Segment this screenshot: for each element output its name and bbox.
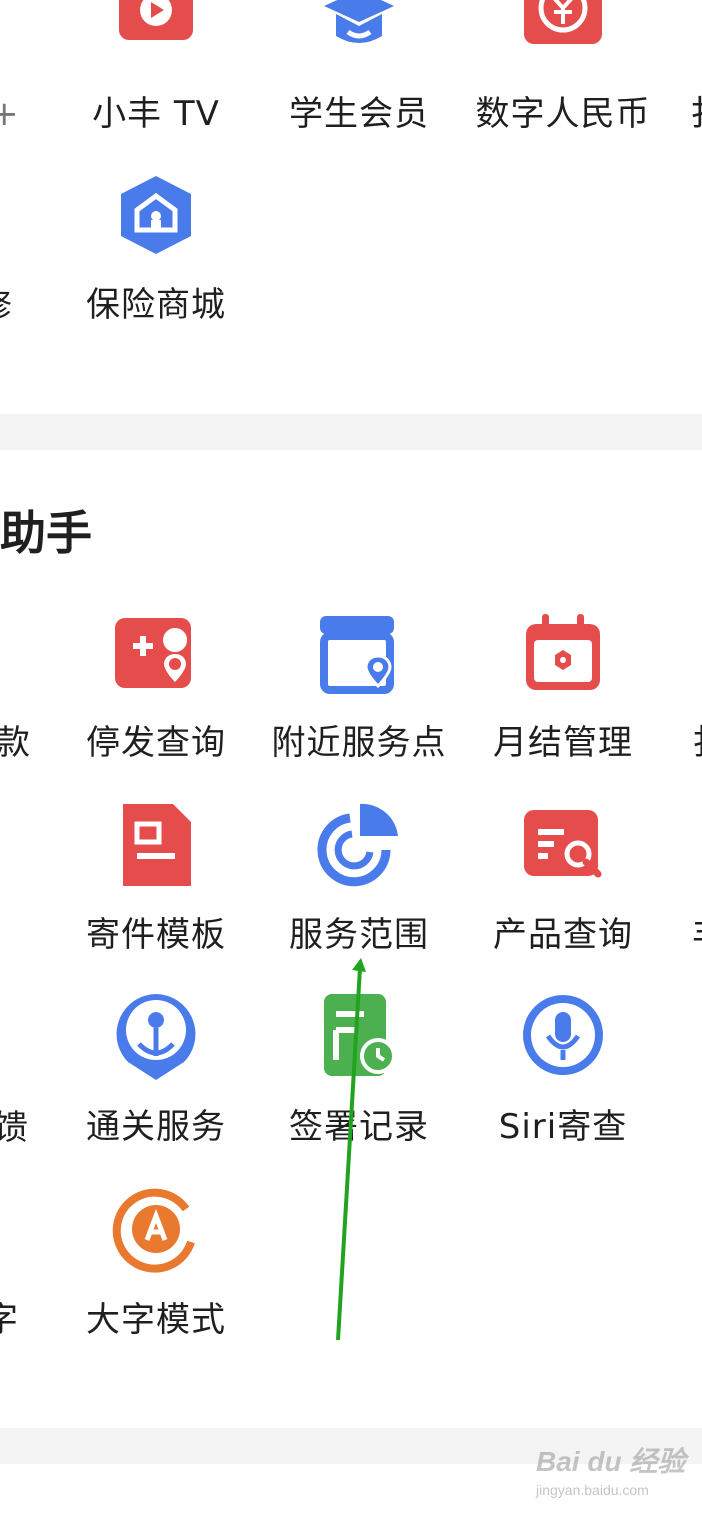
tile-label: 签署记录 xyxy=(289,1107,429,1147)
store-location-icon xyxy=(320,616,394,694)
tile-nearby-service[interactable]: 附近服务点 xyxy=(259,610,459,770)
tile-label: 学生会员 xyxy=(289,94,429,134)
microphone-icon xyxy=(523,995,603,1075)
document-template-icon xyxy=(123,804,191,886)
tile-siri-query[interactable]: Siri寄查 xyxy=(463,990,663,1150)
digital-rmb-icon xyxy=(524,0,602,44)
tile-customs-service[interactable]: 通关服务 xyxy=(56,990,256,1150)
signed-clock-icon xyxy=(324,994,396,1076)
card-location-icon xyxy=(115,618,191,688)
tile-label: 小丰 TV xyxy=(92,94,220,134)
tile-service-scope[interactable]: 服务范围 xyxy=(259,800,459,960)
tile-label: 服务范围 xyxy=(289,915,429,955)
tile-xiaofeng-tv[interactable]: 小丰 TV xyxy=(56,0,256,140)
tile-label: 产品查询 xyxy=(493,915,633,955)
search-document-icon xyxy=(524,810,602,878)
clipped-label: 扌 xyxy=(690,94,702,134)
tile-label: 通关服务 xyxy=(86,1107,226,1147)
insurance-home-icon xyxy=(121,176,191,254)
tile-label: 大字模式 xyxy=(86,1300,226,1340)
tile-product-query[interactable]: 产品查询 xyxy=(463,800,663,960)
tile-student-member[interactable]: 学生会员 xyxy=(259,0,459,140)
section-divider xyxy=(0,414,702,450)
tile-monthly-management[interactable]: 月结管理 xyxy=(463,610,663,770)
graduation-cap-icon xyxy=(324,0,394,43)
large-font-a-icon xyxy=(112,1188,195,1273)
tile-label: Siri寄查 xyxy=(498,1107,628,1147)
watermark-brand: Bai du 经验 xyxy=(536,1446,686,1477)
calendar-icon xyxy=(526,614,600,690)
tile-label: 数字人民币 xyxy=(475,94,651,134)
clipped-label: 款 xyxy=(0,723,30,763)
top-service-section: + 修 小丰 TV 学生会员 数字人民币 扌 xyxy=(0,0,702,414)
clipped-label: 丰 xyxy=(692,915,702,955)
tv-play-icon xyxy=(119,0,193,40)
clipped-label: 扌 xyxy=(692,723,702,763)
tile-label: 保险商城 xyxy=(86,285,226,325)
pie-chart-icon xyxy=(317,803,398,887)
anchor-location-icon xyxy=(116,994,196,1080)
tile-signing-records[interactable]: 签署记录 xyxy=(259,990,459,1150)
clipped-label: 字 xyxy=(0,1300,18,1340)
tile-digital-rmb[interactable]: 数字人民币 xyxy=(463,0,663,140)
watermark-url: jingyan.baidu.com xyxy=(536,1482,649,1498)
clipped-label: + xyxy=(0,94,19,134)
tile-large-font-mode[interactable]: 大字模式 xyxy=(56,1184,256,1344)
tile-shipping-template[interactable]: 寄件模板 xyxy=(56,800,256,960)
watermark: Bai du 经验 jingyan.baidu.com xyxy=(536,1440,685,1498)
tile-label: 附近服务点 xyxy=(271,723,447,763)
tile-label: 寄件模板 xyxy=(86,915,226,955)
tile-suspend-query[interactable]: 停发查询 xyxy=(56,610,256,770)
tile-label: 月结管理 xyxy=(493,723,633,763)
tile-insurance-mall[interactable]: 保险商城 xyxy=(56,170,256,325)
tile-label: 停发查询 xyxy=(86,723,226,763)
section-title: 助手 xyxy=(0,506,92,560)
clipped-label: 馈 xyxy=(0,1108,28,1148)
clipped-label: 修 xyxy=(0,286,12,326)
